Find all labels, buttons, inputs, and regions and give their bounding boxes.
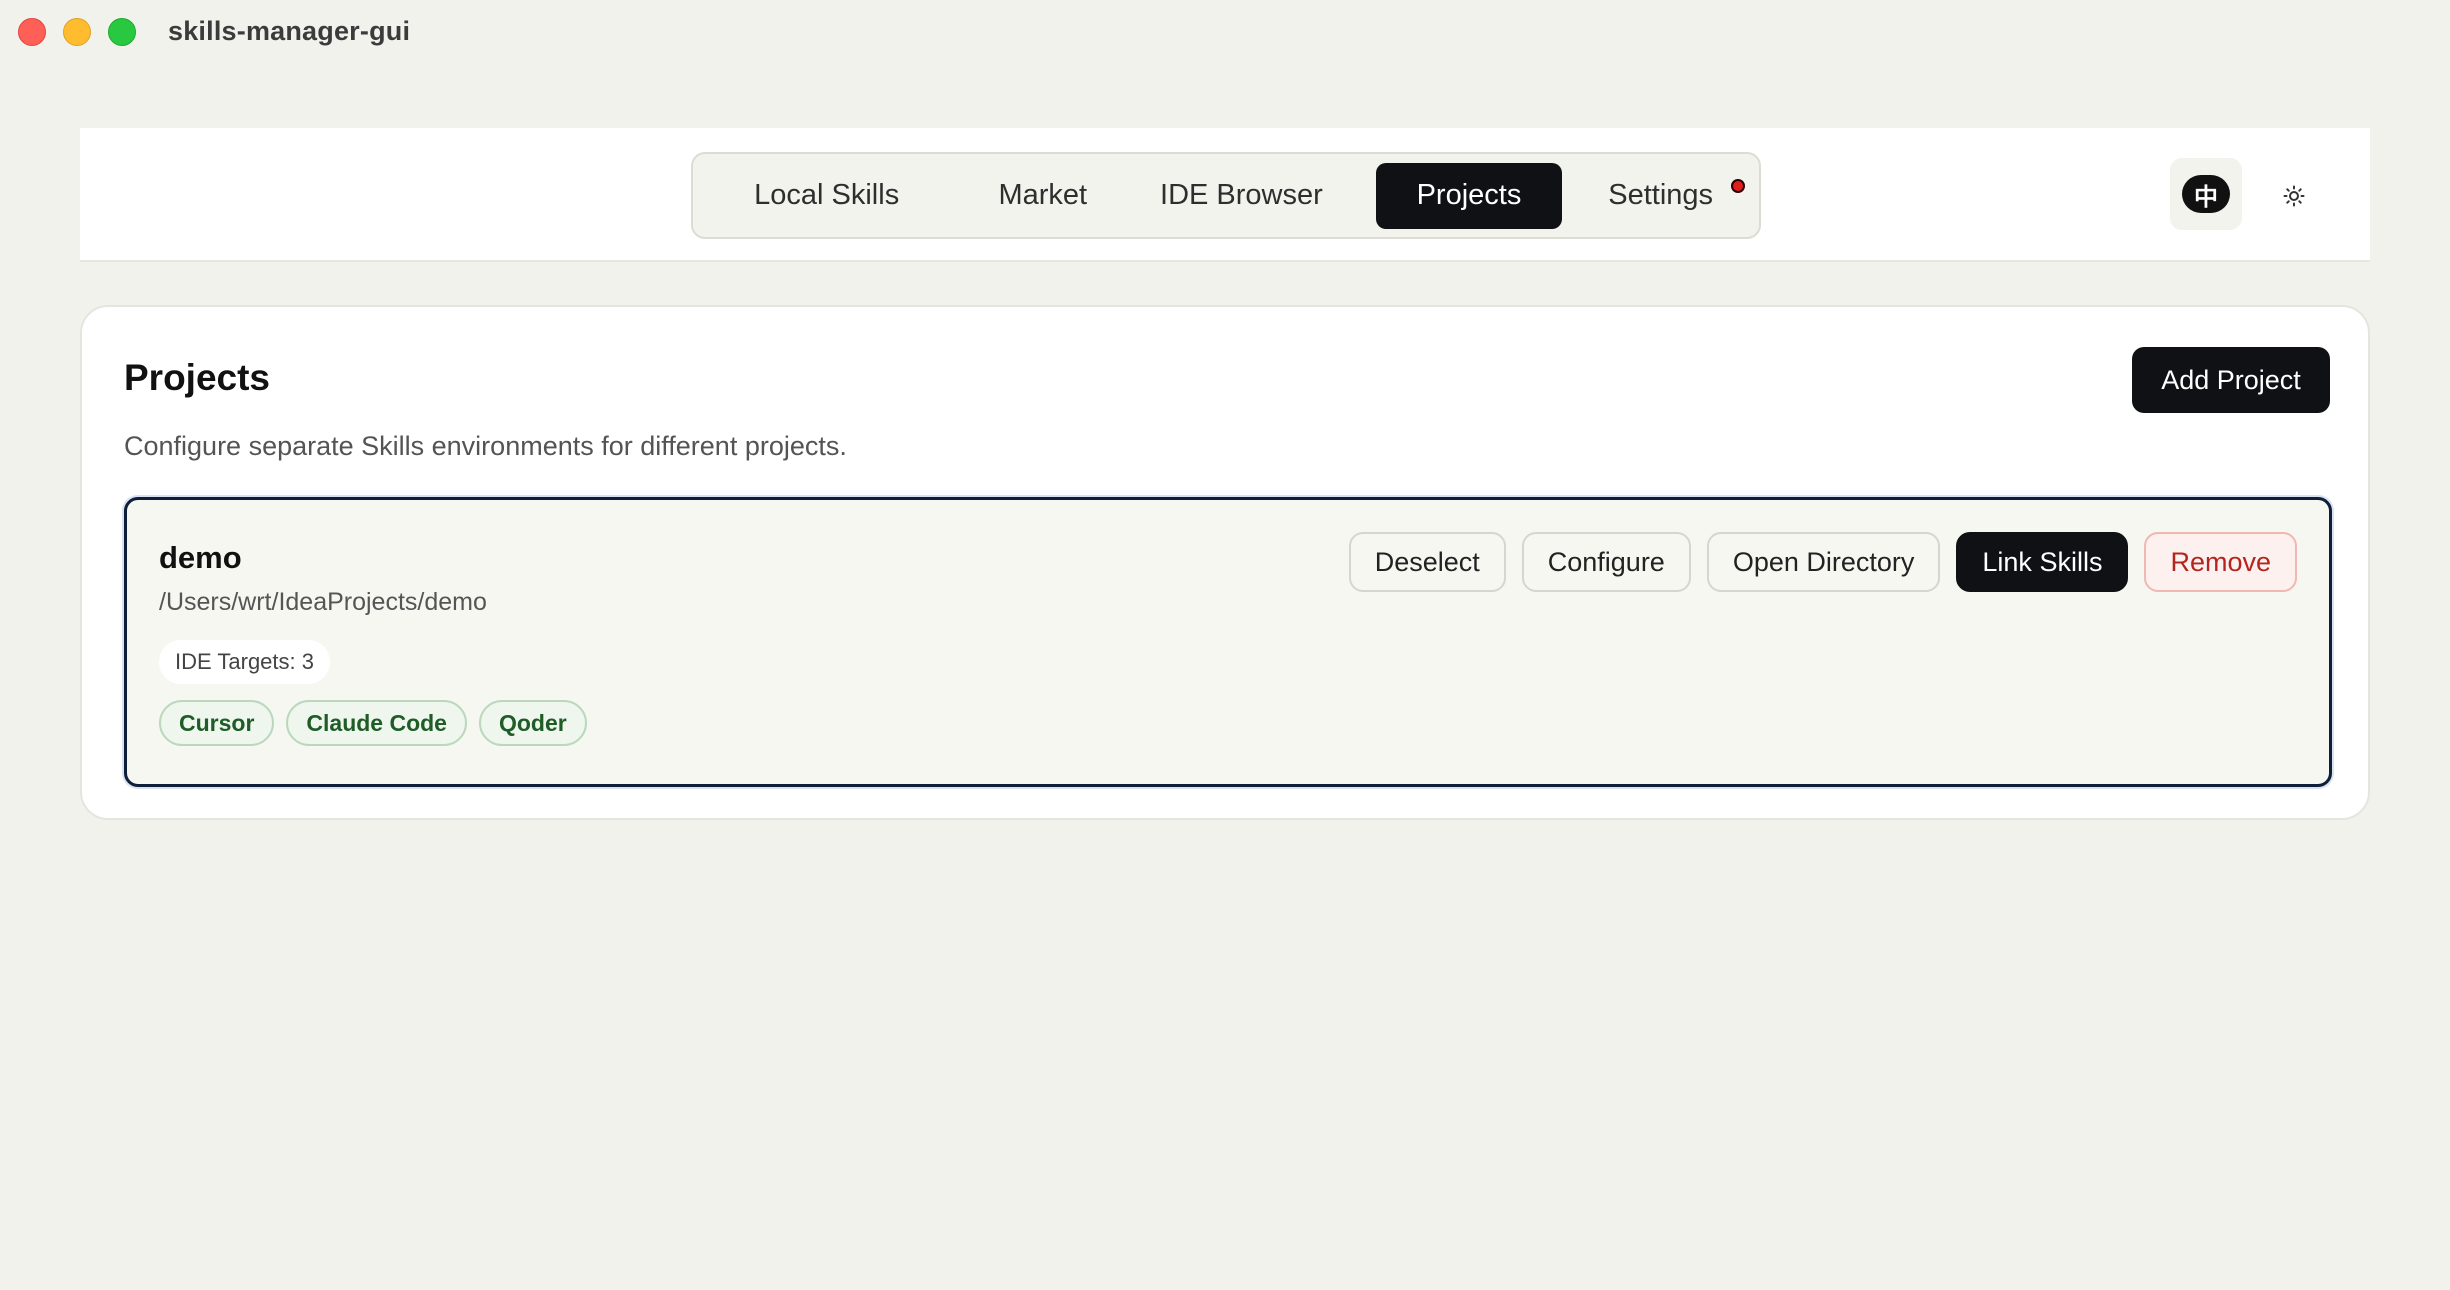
tab-ide-browser[interactable]: IDE Browser xyxy=(1127,163,1355,229)
maximize-window-button[interactable] xyxy=(108,18,136,46)
tab-local-skills[interactable]: Local Skills xyxy=(705,163,948,229)
ide-tag-list: Cursor Claude Code Qoder xyxy=(159,700,587,746)
tab-settings[interactable]: Settings xyxy=(1562,163,1759,229)
app-window: skills-manager-gui Local Skills Market I… xyxy=(0,0,2450,1290)
project-path: /Users/wrt/IdeaProjects/demo xyxy=(159,588,487,616)
configure-button[interactable]: Configure xyxy=(1521,532,1691,592)
deselect-button[interactable]: Deselect xyxy=(1348,532,1506,592)
sun-icon xyxy=(2283,185,2305,207)
notification-dot xyxy=(1731,178,1745,193)
tab-market[interactable]: Market xyxy=(958,163,1127,229)
language-toggle-button[interactable]: 中 xyxy=(2170,158,2242,230)
remove-button[interactable]: Remove xyxy=(2144,532,2297,592)
projects-card: Projects Configure separate Skills envir… xyxy=(80,305,2370,820)
ide-tag-claude-code: Claude Code xyxy=(286,700,467,746)
page-title: Projects xyxy=(124,357,271,398)
ide-tag-qoder: Qoder xyxy=(478,700,587,746)
project-name: demo xyxy=(159,540,242,575)
main-nav: Local Skills Market IDE Browser Projects… xyxy=(691,152,1761,239)
top-header: Local Skills Market IDE Browser Projects… xyxy=(80,128,2370,262)
link-skills-button[interactable]: Link Skills xyxy=(1956,532,2129,592)
ide-targets-badge: IDE Targets: 3 xyxy=(159,640,330,684)
tab-projects[interactable]: Projects xyxy=(1375,162,1563,229)
language-label: 中 xyxy=(2182,175,2230,213)
page-subtitle: Configure separate Skills environments f… xyxy=(124,431,847,461)
title-bar: skills-manager-gui xyxy=(0,0,2450,64)
ide-tag-cursor: Cursor xyxy=(159,700,275,746)
open-directory-button[interactable]: Open Directory xyxy=(1706,532,1941,592)
window-title: skills-manager-gui xyxy=(168,16,411,46)
minimize-window-button[interactable] xyxy=(63,18,91,46)
close-window-button[interactable] xyxy=(18,18,46,46)
project-item[interactable]: demo /Users/wrt/IdeaProjects/demo IDE Ta… xyxy=(124,497,2332,787)
add-project-button[interactable]: Add Project xyxy=(2132,347,2330,413)
theme-toggle-button[interactable] xyxy=(2272,178,2316,214)
project-actions: Deselect Configure Open Directory Link S… xyxy=(1348,532,2297,592)
tab-settings-label: Settings xyxy=(1608,179,1714,211)
